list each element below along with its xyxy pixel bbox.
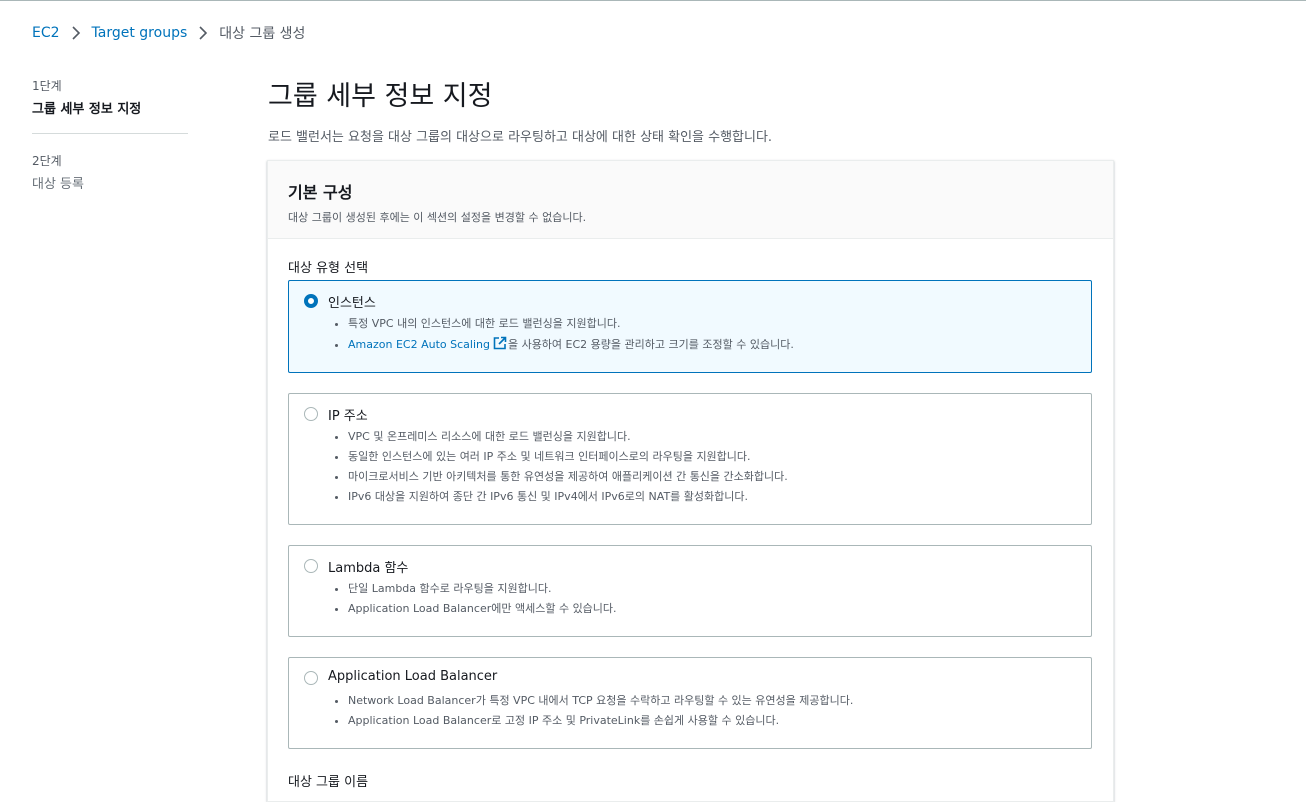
option-bullets: VPC 및 온프레미스 리소스에 대한 로드 밸런싱을 지원합니다. 동일한 인… [329,429,788,509]
option-bullets: 단일 Lambda 함수로 라우팅을 지원합니다. Application Lo… [329,581,617,621]
option-bullets: Network Load Balancer가 특정 VPC 내에서 TCP 요청… [329,693,853,733]
panel-subtitle: 대상 그룹이 생성된 후에는 이 섹션의 설정을 변경할 수 없습니다. [288,211,587,224]
wizard-steps: 1단계 그룹 세부 정보 지정 2단계 대상 등록 [32,77,188,192]
option-bullet: 마이크로서비스 기반 아키텍처를 통한 유연성을 제공하여 애플리케이션 간 통… [348,469,788,489]
page-description: 로드 밸런서는 요청을 대상 그룹의 대상으로 라우팅하고 대상에 대한 상태 … [268,130,773,145]
option-bullet: 특정 VPC 내의 인스턴스에 대한 로드 밸런싱을 지원합니다. [348,316,794,336]
target-type-option-instances[interactable]: 인스턴스 특정 VPC 내의 인스턴스에 대한 로드 밸런싱을 지원합니다. A… [288,280,1092,373]
external-link-icon[interactable] [493,336,507,350]
radio-icon[interactable] [304,294,318,308]
target-type-label: 대상 유형 선택 [288,261,369,276]
option-bullet: 단일 Lambda 함수로 라우팅을 지원합니다. [348,581,617,601]
breadcrumb-target-groups-link[interactable]: Target groups [92,25,188,41]
option-bullet: VPC 및 온프레미스 리소스에 대한 로드 밸런싱을 지원합니다. [348,429,788,449]
option-bullet: IPv6 대상을 지원하여 종단 간 IPv6 통신 및 IPv4에서 IPv6… [348,489,788,509]
option-bullet: Application Load Balancer로 고정 IP 주소 및 Pr… [348,713,853,733]
step-1-number: 1단계 [32,79,62,93]
step-2: 2단계 대상 등록 [32,152,188,192]
breadcrumb-current: 대상 그룹 생성 [219,26,306,42]
panel-title: 기본 구성 [288,183,353,202]
option-bullet: Amazon EC2 Auto Scaling 을 사용하여 EC2 용량을 관리… [348,336,794,356]
target-type-option-lambda[interactable]: Lambda 함수 단일 Lambda 함수로 라우팅을 지원합니다. Appl… [288,545,1092,637]
option-bullet: 동일한 인스턴스에 있는 여러 IP 주소 및 네트워크 인터페이스로의 라우팅… [348,449,788,469]
panel-header: 기본 구성 대상 그룹이 생성된 후에는 이 섹션의 설정을 변경할 수 없습니… [268,161,1113,239]
step-1-title: 그룹 세부 정보 지정 [32,102,142,117]
chevron-right-icon [68,25,84,41]
option-bullet: Application Load Balancer에만 액세스할 수 있습니다. [348,601,617,621]
target-type-option-ip-addresses[interactable]: IP 주소 VPC 및 온프레미스 리소스에 대한 로드 밸런싱을 지원합니다.… [288,393,1092,525]
chevron-right-icon [195,25,211,41]
breadcrumb-ec2-link[interactable]: EC2 [32,25,60,41]
option-bullet: Network Load Balancer가 특정 VPC 내에서 TCP 요청… [348,693,853,713]
step-2-number: 2단계 [32,154,62,168]
option-bullet-text: 을 사용하여 EC2 용량을 관리하고 크기를 조정할 수 있습니다. [507,338,794,351]
radio-icon[interactable] [304,671,318,685]
auto-scaling-link[interactable]: Amazon EC2 Auto Scaling [348,338,490,351]
basic-configuration-panel: 기본 구성 대상 그룹이 생성된 후에는 이 섹션의 설정을 변경할 수 없습니… [267,160,1114,802]
radio-icon[interactable] [304,559,318,573]
target-group-name-label: 대상 그룹 이름 [288,775,369,790]
option-title: Lambda 함수 [328,561,409,576]
step-2-title: 대상 등록 [32,177,84,192]
option-title: Application Load Balancer [328,669,498,684]
target-type-option-alb[interactable]: Application Load Balancer Network Load B… [288,657,1092,749]
option-title: 인스턴스 [328,296,376,311]
option-bullets: 특정 VPC 내의 인스턴스에 대한 로드 밸런싱을 지원합니다. Amazon… [329,316,794,356]
breadcrumb: EC2 Target groups 대상 그룹 생성 [32,23,305,43]
radio-icon[interactable] [304,407,318,421]
page-title: 그룹 세부 정보 지정 [268,81,493,112]
step-divider [32,133,188,134]
step-1: 1단계 그룹 세부 정보 지정 [32,77,188,117]
option-title: IP 주소 [328,409,368,424]
